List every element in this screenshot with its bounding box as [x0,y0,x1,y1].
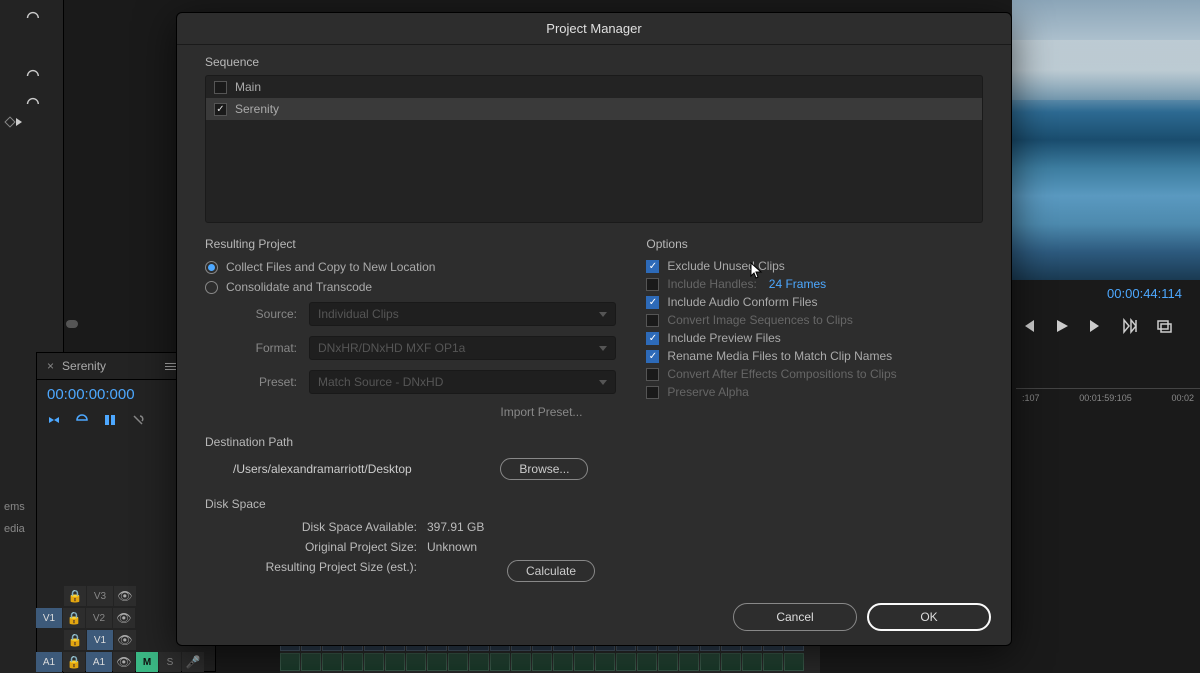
play-icon[interactable] [1054,318,1070,334]
disk-space-label: Disk Space [205,497,616,511]
destination-path: /Users/alexandramarriott/Desktop [233,462,500,476]
solo-toggle[interactable]: S [159,652,181,672]
resulting-project-label: Resulting Project [205,237,616,251]
preset-dropdown[interactable]: Match Source - DNxHD [309,370,616,394]
chevron-down-icon [599,346,607,351]
sidebar-label-items: ems [0,497,29,517]
checkbox-serenity[interactable] [214,103,227,116]
toggle-output-icon[interactable]: 👁 [113,608,135,628]
scrollbar[interactable] [64,318,184,330]
sequence-tab-label: Serenity [62,359,106,373]
timeline-ruler[interactable]: :107 00:01:59:105 00:02 [1016,388,1200,408]
opt-exclude-unused[interactable]: Exclude Unused Clips [646,257,983,275]
step-forward-icon[interactable] [1088,318,1104,334]
format-dropdown[interactable]: DNxHR/DNxHD MXF OP1a [309,336,616,360]
ruler-tick: 00:01:59:105 [1079,393,1132,404]
checkbox [646,314,659,327]
ruler-tick: 00:02 [1171,393,1194,404]
radio-icon[interactable] [205,281,218,294]
format-label: Format: [233,341,297,355]
sequence-name: Serenity [235,102,279,116]
opt-preserve-alpha: Preserve Alpha [646,383,983,401]
sequence-list[interactable]: Main Serenity [205,75,983,223]
wrench-icon[interactable] [131,413,145,427]
opt-include-handles: Include Handles: 24 Frames [646,275,983,293]
undo-icon-2[interactable] [0,62,63,90]
lock-icon[interactable]: 🔒 [64,630,86,650]
checkbox [646,368,659,381]
mark-in-icon[interactable] [1122,318,1138,334]
sequence-row-main[interactable]: Main [206,76,982,98]
checkbox-main[interactable] [214,81,227,94]
handles-frames: 24 Frames [769,277,826,291]
lock-icon[interactable]: 🔒 [63,608,85,628]
lock-icon[interactable]: 🔒 [63,652,85,672]
radio-icon[interactable] [205,261,218,274]
toggle-output-icon[interactable]: 👁 [114,630,136,650]
browse-button[interactable]: Browse... [500,458,588,480]
source-v1[interactable]: V1 [36,608,62,628]
opt-include-preview[interactable]: Include Preview Files [646,329,983,347]
cancel-button[interactable]: Cancel [733,603,857,631]
toggle-output-icon[interactable]: 👁 [113,652,135,672]
sequence-section-label: Sequence [205,55,983,69]
snap-icon[interactable] [47,413,61,427]
track-a1[interactable]: A1 [86,652,112,672]
dialog-title: Project Manager [177,13,1011,45]
marker-icon[interactable] [75,413,89,427]
checkbox[interactable] [646,296,659,309]
preset-label: Preset: [233,375,297,389]
keyframe-nav[interactable] [6,118,22,126]
radio-collect[interactable]: Collect Files and Copy to New Location [205,257,616,277]
opt-convert-img-seq: Convert Image Sequences to Clips [646,311,983,329]
checkbox [646,386,659,399]
original-size-label: Original Project Size: [243,540,417,554]
track-v3[interactable]: V3 [87,586,113,606]
disk-available-value: 397.91 GB [427,520,484,534]
mute-toggle[interactable]: M [136,652,158,672]
import-preset-link[interactable]: Import Preset... [205,399,616,421]
sequence-row-serenity[interactable]: Serenity [206,98,982,120]
checkbox[interactable] [646,332,659,345]
chevron-down-icon [599,380,607,385]
step-back-icon[interactable] [1020,318,1036,334]
chevron-down-icon [599,312,607,317]
undo-icon[interactable] [0,4,63,32]
options-label: Options [646,237,983,251]
destination-label: Destination Path [205,435,616,449]
lock-icon[interactable]: 🔒 [64,586,86,606]
radio-consolidate[interactable]: Consolidate and Transcode [205,277,616,297]
sidebar-label-media: edia [0,519,29,539]
source-a1[interactable]: A1 [36,652,62,672]
source-label: Source: [233,307,297,321]
export-frame-icon[interactable] [1156,318,1172,334]
program-monitor-preview [1012,0,1200,280]
opt-rename-media[interactable]: Rename Media Files to Match Clip Names [646,347,983,365]
radio-label: Collect Files and Copy to New Location [226,260,435,274]
resulting-size-label: Resulting Project Size (est.): [243,560,417,582]
opt-include-audio[interactable]: Include Audio Conform Files [646,293,983,311]
calculate-button[interactable]: Calculate [507,560,595,582]
close-icon[interactable]: × [47,359,54,373]
original-size-value: Unknown [427,540,477,554]
track-v1[interactable]: V1 [87,630,113,650]
radio-label: Consolidate and Transcode [226,280,372,294]
transport-controls [1020,318,1172,334]
settings-icon[interactable] [103,413,117,427]
track-v2[interactable]: V2 [86,608,112,628]
sequence-name: Main [235,80,261,94]
ruler-tick: :107 [1022,393,1040,404]
opt-convert-ae: Convert After Effects Compositions to Cl… [646,365,983,383]
disk-available-label: Disk Space Available: [243,520,417,534]
checkbox[interactable] [646,260,659,273]
source-dropdown[interactable]: Individual Clips [309,302,616,326]
project-manager-dialog: Project Manager Sequence Main Serenity R… [176,12,1012,646]
checkbox [646,278,659,291]
undo-icon-3[interactable] [0,90,63,118]
program-timecode: 00:00:44:114 [1107,286,1182,301]
checkbox[interactable] [646,350,659,363]
toggle-output-icon[interactable]: 👁 [114,586,136,606]
voiceover-icon[interactable]: 🎤 [182,652,204,672]
ok-button[interactable]: OK [867,603,991,631]
